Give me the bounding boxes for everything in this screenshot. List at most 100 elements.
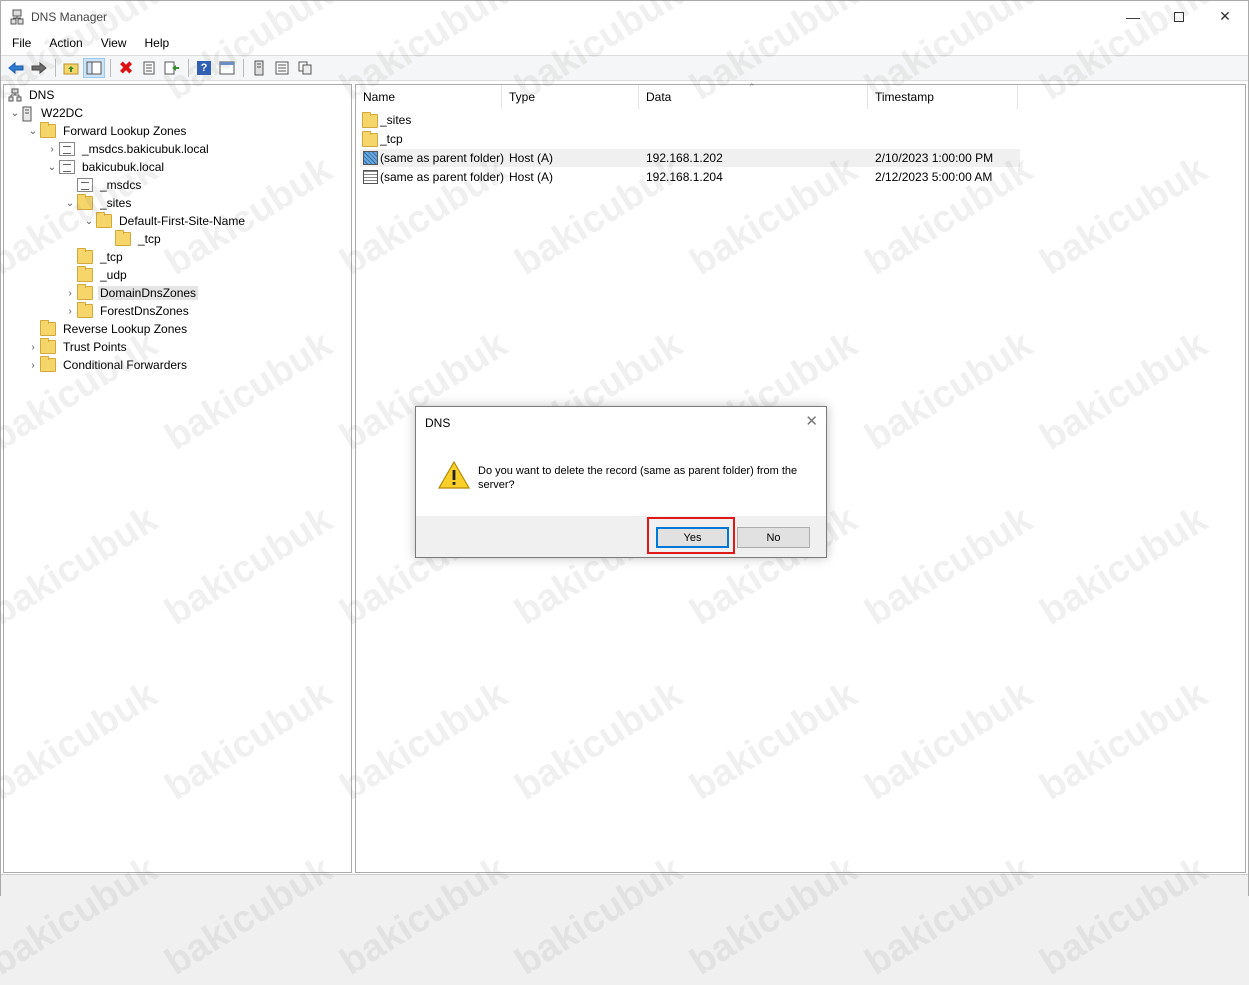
server-button[interactable] bbox=[248, 58, 270, 78]
sort-indicator-icon: ⌃ bbox=[748, 82, 756, 92]
folder-icon bbox=[40, 338, 56, 354]
folder-icon bbox=[40, 320, 56, 336]
column-header-name[interactable]: Name bbox=[356, 85, 502, 109]
help-icon: ? bbox=[197, 61, 211, 75]
console-tree: DNS ⌄ W22DC ⌄ Forward Lookup Zones › _ms… bbox=[3, 84, 352, 873]
tree-node-sites[interactable]: ⌄ _sites bbox=[63, 194, 133, 212]
chevron-down-icon[interactable]: ⌄ bbox=[82, 212, 96, 230]
help-button[interactable]: ? bbox=[193, 58, 215, 78]
delete-button[interactable]: ✖ bbox=[115, 58, 137, 78]
yes-button-highlight bbox=[647, 517, 735, 554]
tree-label: Conditional Forwarders bbox=[63, 358, 188, 372]
tree-label: Default-First-Site-Name bbox=[119, 214, 246, 228]
forward-button[interactable] bbox=[28, 58, 50, 78]
back-button[interactable] bbox=[5, 58, 27, 78]
title-bar: DNS Manager — ✕ bbox=[1, 1, 1248, 32]
tree-node-udp[interactable]: _udp bbox=[63, 266, 129, 284]
up-folder-button[interactable] bbox=[60, 58, 82, 78]
chevron-right-icon[interactable]: › bbox=[26, 338, 40, 356]
dialog-close-button[interactable]: ✕ bbox=[805, 412, 818, 430]
show-hide-console-tree-button[interactable] bbox=[83, 58, 105, 78]
minimize-icon: — bbox=[1126, 8, 1140, 25]
zone-icon bbox=[59, 142, 75, 156]
column-header-type[interactable]: Type bbox=[502, 85, 639, 109]
table-row[interactable]: (same as parent folder) Host (A) 192.168… bbox=[360, 149, 1020, 167]
menu-bar: File Action View Help bbox=[1, 32, 1248, 54]
status-bar bbox=[1, 874, 1248, 896]
host-record-icon bbox=[363, 170, 378, 184]
folder-icon bbox=[115, 230, 131, 246]
properties-button[interactable] bbox=[138, 58, 160, 78]
folder-icon bbox=[96, 212, 112, 228]
tree-label: Reverse Lookup Zones bbox=[63, 322, 188, 336]
tree-node-default-first-site-name[interactable]: ⌄ Default-First-Site-Name bbox=[82, 212, 247, 230]
tree-node-forestdnszones[interactable]: › ForestDnsZones bbox=[63, 302, 191, 320]
menu-file[interactable]: File bbox=[5, 32, 38, 54]
dialog-message: Do you want to delete the record (same a… bbox=[478, 465, 798, 491]
close-icon: ✕ bbox=[1219, 8, 1231, 24]
table-row[interactable]: (same as parent folder) Host (A) 192.168… bbox=[360, 168, 1020, 186]
list-button[interactable] bbox=[271, 58, 293, 78]
copy-button[interactable] bbox=[294, 58, 316, 78]
window-view-icon bbox=[219, 61, 235, 75]
server-icon bbox=[22, 106, 34, 122]
chevron-right-icon[interactable]: › bbox=[63, 284, 77, 302]
tree-label: _sites bbox=[100, 196, 132, 210]
chevron-down-icon[interactable]: ⌄ bbox=[45, 158, 59, 176]
tree-node-w22dc[interactable]: ⌄ W22DC bbox=[8, 104, 85, 122]
chevron-right-icon[interactable]: › bbox=[45, 140, 59, 158]
menu-action[interactable]: Action bbox=[42, 32, 89, 54]
tree-label: _udp bbox=[100, 268, 127, 282]
export-list-button[interactable] bbox=[161, 58, 183, 78]
chevron-right-icon[interactable]: › bbox=[63, 302, 77, 320]
tree-node-conditional-forwarders[interactable]: › Conditional Forwarders bbox=[26, 356, 189, 374]
column-header-timestamp[interactable]: Timestamp bbox=[868, 85, 1018, 109]
warning-icon bbox=[437, 460, 471, 493]
folder-icon bbox=[40, 122, 56, 138]
maximize-icon bbox=[1174, 11, 1184, 22]
tree-node-site-tcp[interactable]: _tcp bbox=[101, 230, 163, 248]
tree-node-tcp[interactable]: _tcp bbox=[63, 248, 125, 266]
folder-icon bbox=[77, 302, 93, 318]
tree-label: Trust Points bbox=[63, 340, 127, 354]
tree-label: ForestDnsZones bbox=[100, 304, 189, 318]
properties-icon bbox=[143, 61, 155, 75]
tree-node-reverse-lookup-zones[interactable]: Reverse Lookup Zones bbox=[26, 320, 189, 338]
chevron-right-icon[interactable]: › bbox=[26, 356, 40, 374]
dns-app-icon bbox=[10, 9, 24, 25]
tree-node-forward-lookup-zones[interactable]: ⌄ Forward Lookup Zones bbox=[26, 122, 188, 140]
folder-icon bbox=[77, 194, 93, 210]
chevron-down-icon[interactable]: ⌄ bbox=[63, 194, 77, 212]
tree-label: _tcp bbox=[138, 232, 161, 246]
tree-label: DomainDnsZones bbox=[98, 286, 199, 300]
folder-icon bbox=[40, 356, 56, 372]
list-icon bbox=[275, 61, 289, 75]
tree-node-msdcs[interactable]: _msdcs bbox=[63, 176, 143, 194]
menu-view[interactable]: View bbox=[94, 32, 134, 54]
no-button[interactable]: No bbox=[737, 527, 810, 548]
tree-node-dns[interactable]: DNS bbox=[8, 86, 56, 104]
list-item[interactable]: _tcp bbox=[360, 130, 1020, 148]
folder-up-icon bbox=[63, 63, 79, 75]
tree-node-msdcs-zone[interactable]: › _msdcs.bakicubuk.local bbox=[45, 140, 211, 158]
folder-icon bbox=[77, 248, 93, 264]
tree-label: W22DC bbox=[41, 106, 84, 120]
copy-icon bbox=[298, 61, 312, 75]
folder-icon bbox=[362, 112, 378, 128]
zone-icon bbox=[59, 160, 75, 174]
tree-node-bakicubuk-local[interactable]: ⌄ bakicubuk.local bbox=[45, 158, 166, 176]
minimize-button[interactable]: — bbox=[1110, 1, 1156, 32]
maximize-button[interactable] bbox=[1156, 1, 1202, 32]
list-item[interactable]: _sites bbox=[360, 111, 1020, 129]
folder-icon bbox=[77, 266, 93, 282]
tree-label: _msdcs.bakicubuk.local bbox=[82, 142, 209, 156]
menu-help[interactable]: Help bbox=[138, 32, 177, 54]
tree-label: _tcp bbox=[100, 250, 123, 264]
tree-label: _msdcs bbox=[100, 178, 142, 192]
chevron-down-icon[interactable]: ⌄ bbox=[26, 122, 40, 140]
tree-node-trust-points[interactable]: › Trust Points bbox=[26, 338, 129, 356]
chevron-down-icon[interactable]: ⌄ bbox=[8, 104, 22, 122]
tree-node-domaindnszones[interactable]: › DomainDnsZones bbox=[63, 284, 199, 302]
mmc-view-button[interactable] bbox=[216, 58, 238, 78]
close-button[interactable]: ✕ bbox=[1202, 1, 1248, 32]
